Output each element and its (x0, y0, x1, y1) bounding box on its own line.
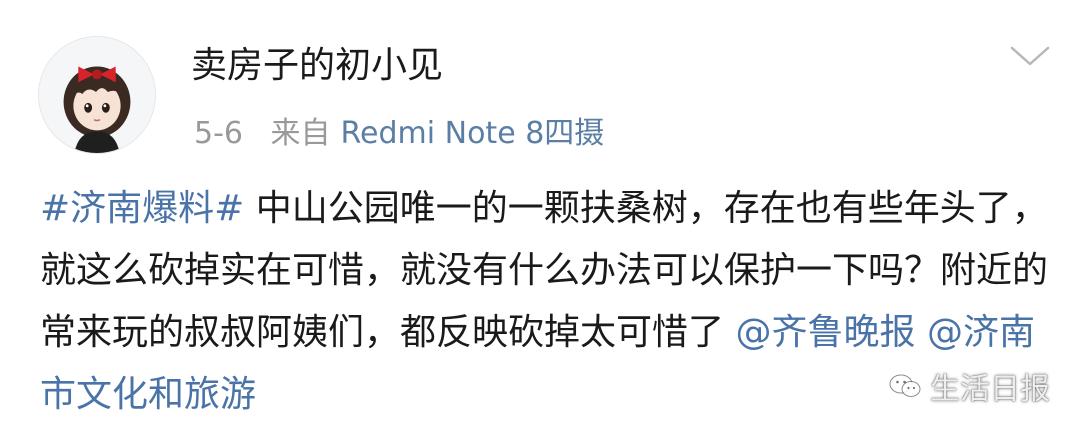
username[interactable]: 卖房子的初小见 (191, 42, 443, 90)
wechat-logo-icon (889, 374, 921, 397)
watermark: 生活日报 (888, 366, 1050, 407)
chevron-down-icon[interactable] (1008, 42, 1052, 70)
hashtag-link[interactable]: #济南爆料# (40, 188, 244, 229)
weibo-post: 卖房子的初小见 5-6 来自 Redmi Note 8四摄 #济南爆料# 中山公园… (0, 0, 1080, 436)
post-meta: 5-6 来自 Redmi Note 8四摄 (194, 112, 604, 156)
mention-link[interactable]: @齐鲁晚报 (735, 312, 915, 353)
post-source[interactable]: Redmi Note 8四摄 (341, 116, 605, 151)
watermark-text: 生活日报 (930, 372, 1050, 407)
avatar[interactable] (38, 36, 156, 154)
source-prefix: 来自 (270, 116, 331, 151)
avatar-image (39, 37, 155, 153)
post-time: 5-6 (194, 116, 243, 151)
